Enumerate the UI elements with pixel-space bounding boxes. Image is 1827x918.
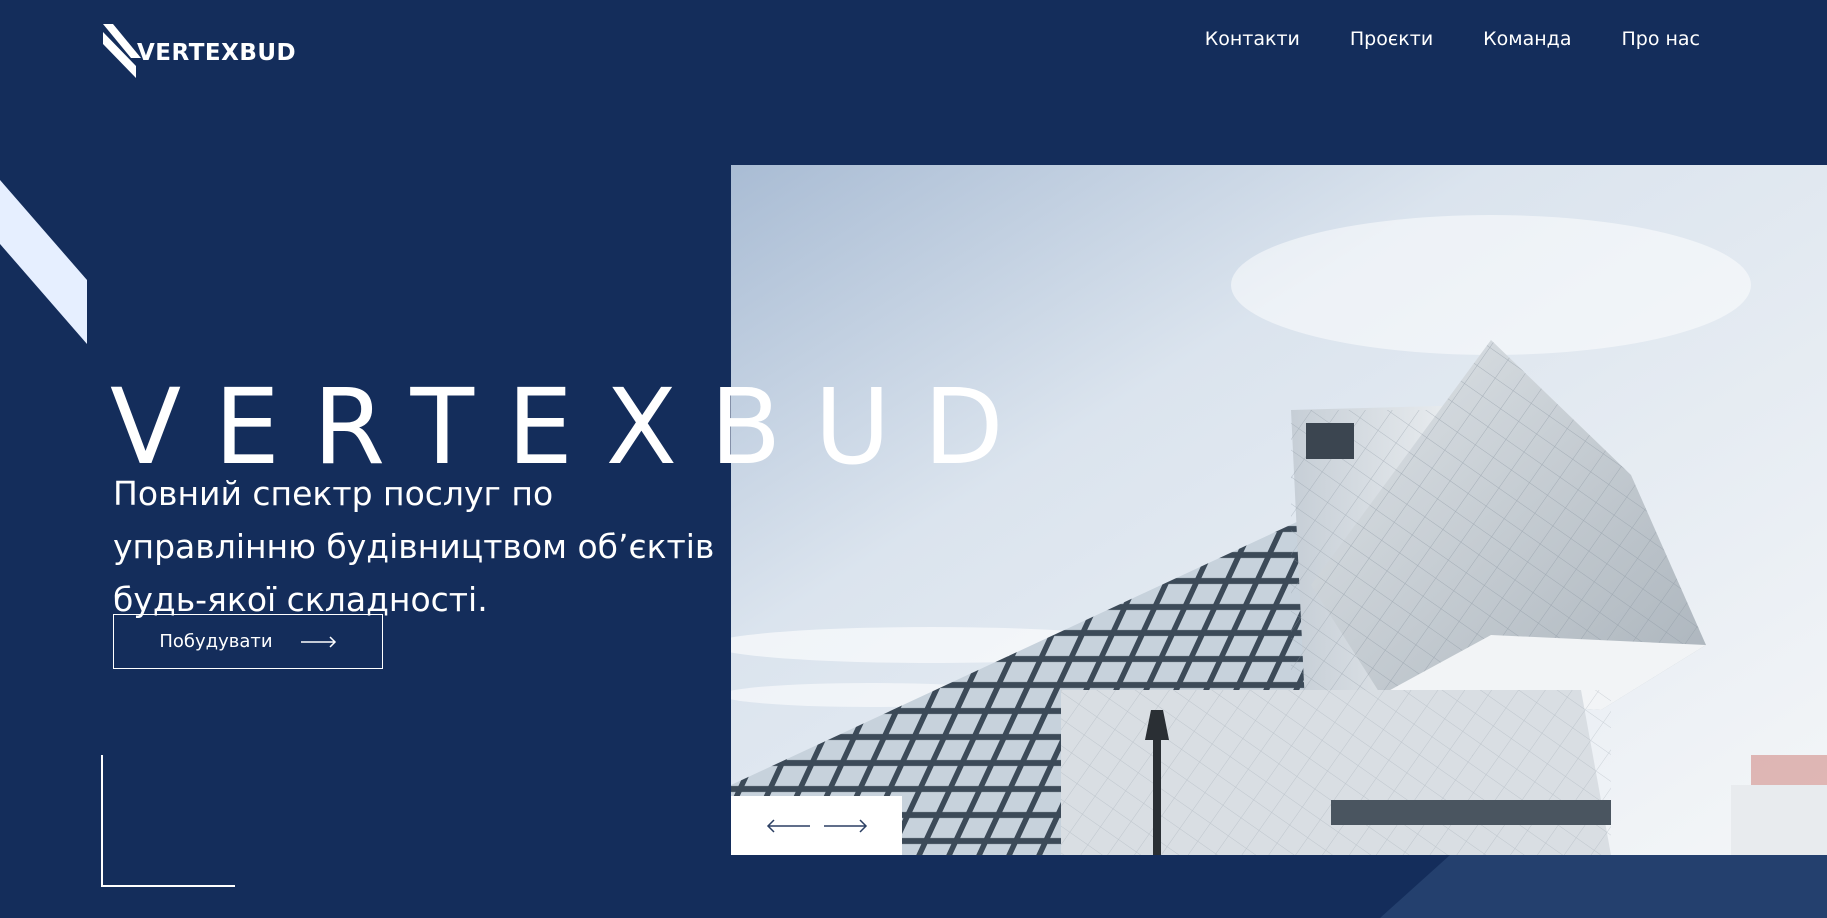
decorative-stripe	[0, 180, 87, 344]
slider-controls	[731, 796, 902, 855]
arrow-right-icon	[300, 635, 336, 648]
logo[interactable]: VERTEXBUD	[103, 24, 296, 78]
nav-item-about[interactable]: Про нас	[1621, 28, 1700, 50]
nav-item-team[interactable]: Команда	[1483, 28, 1571, 50]
corner-decoration	[101, 755, 235, 887]
arrow-right-icon[interactable]	[823, 818, 868, 833]
site-header: VERTEXBUD Контакти Проєкти Команда Про н…	[0, 0, 1827, 90]
logo-mark-icon	[103, 24, 141, 78]
hero-image	[731, 165, 1827, 855]
logo-text: VERTEXBUD	[137, 40, 297, 66]
decorative-shape	[1380, 855, 1827, 918]
nav-item-contacts[interactable]: Контакти	[1205, 28, 1300, 50]
main-nav: Контакти Проєкти Команда Про нас	[1205, 28, 1700, 50]
hero-title: VERTEXBUD	[110, 365, 1037, 488]
nav-item-projects[interactable]: Проєкти	[1350, 28, 1433, 50]
build-button-label: Побудувати	[159, 631, 273, 652]
hero-subtitle: Повний спектр послуг по управлінню будів…	[113, 474, 715, 619]
arrow-left-icon[interactable]	[766, 818, 810, 833]
